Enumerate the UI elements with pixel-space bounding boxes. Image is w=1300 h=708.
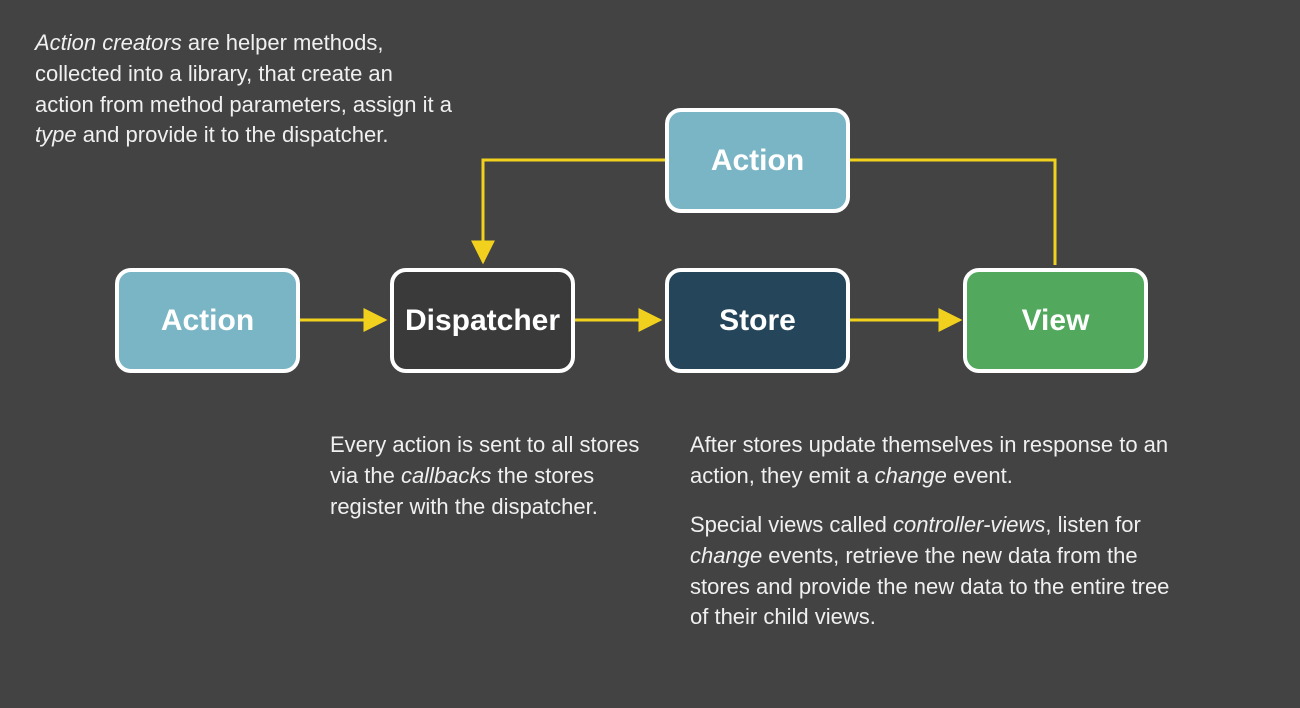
node-store: Store: [665, 268, 850, 373]
node-action-left: Action: [115, 268, 300, 373]
node-action-top-label: Action: [711, 144, 804, 178]
desc-dispatcher: Every action is sent to all stores via t…: [330, 430, 640, 522]
node-view: View: [963, 268, 1148, 373]
node-store-label: Store: [719, 304, 796, 338]
desc-action-creators: Action creators are helper methods, coll…: [35, 28, 455, 151]
node-action-top: Action: [665, 108, 850, 213]
node-view-label: View: [1022, 304, 1090, 338]
desc-controller-views: Special views called controller-views, l…: [690, 510, 1190, 633]
node-dispatcher-label: Dispatcher: [405, 304, 560, 338]
desc-store-change: After stores update themselves in respon…: [690, 430, 1180, 492]
node-dispatcher: Dispatcher: [390, 268, 575, 373]
diagram-canvas: Action creators are helper methods, coll…: [0, 0, 1300, 708]
node-action-left-label: Action: [161, 304, 254, 338]
